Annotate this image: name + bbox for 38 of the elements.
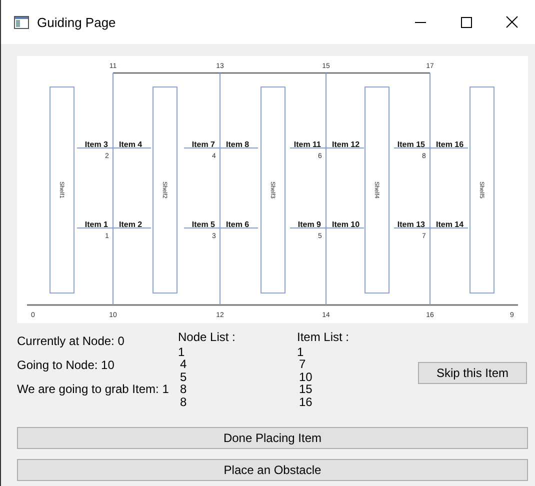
status-text: Currently at Node: 0	[17, 334, 126, 348]
item-label: Item 3	[84, 140, 108, 149]
item-label: Item 6	[226, 220, 250, 229]
item-label: Item 2	[119, 220, 142, 229]
node-list-entry: 5	[179, 370, 187, 383]
node-list-entry: 1	[178, 346, 185, 358]
item-label: Item 13	[397, 220, 425, 229]
status-text: Going to Node: 10	[17, 358, 116, 372]
place-obstacle-button[interactable]: Place an Obstacle	[17, 459, 528, 481]
item-list-entry: 15	[298, 383, 312, 396]
item-label: Item 16	[436, 140, 464, 149]
item-list-entry: 7	[298, 358, 306, 370]
status-text: We are going to grab Item: 1	[17, 382, 170, 396]
item-label: Item 7	[192, 140, 215, 149]
item-label: Item 15	[397, 140, 425, 149]
item-label: Item 14	[436, 220, 464, 229]
skip-button[interactable]: Skip this Item	[418, 362, 527, 384]
node-list-entry: 4	[179, 358, 187, 370]
app-icon	[14, 16, 29, 28]
item-label: Item 5	[192, 220, 215, 229]
item-label: Item 1	[84, 220, 108, 229]
node-list-entry: 8	[179, 383, 187, 396]
item-label: Item 9	[298, 220, 321, 229]
item-list-header: Item List :	[297, 331, 350, 344]
done-placing-button[interactable]: Done Placing Item	[17, 427, 528, 449]
item-label: Item 4	[119, 140, 142, 149]
node-list-entry: 8	[179, 396, 187, 408]
node-list-header: Node List :	[178, 331, 236, 344]
item-label: Item 11	[294, 140, 321, 149]
item-label: Item 8	[226, 140, 250, 149]
item-label: Item 12	[332, 140, 360, 149]
item-list-entry: 1	[297, 346, 304, 358]
item-list-entry: 10	[298, 370, 312, 383]
item-label: Item 10	[332, 220, 360, 229]
maximize-icon[interactable]	[460, 16, 472, 28]
close-icon[interactable]	[506, 16, 518, 28]
window-title: Guiding Page	[37, 14, 117, 30]
item-list-entry: 16	[298, 396, 312, 408]
